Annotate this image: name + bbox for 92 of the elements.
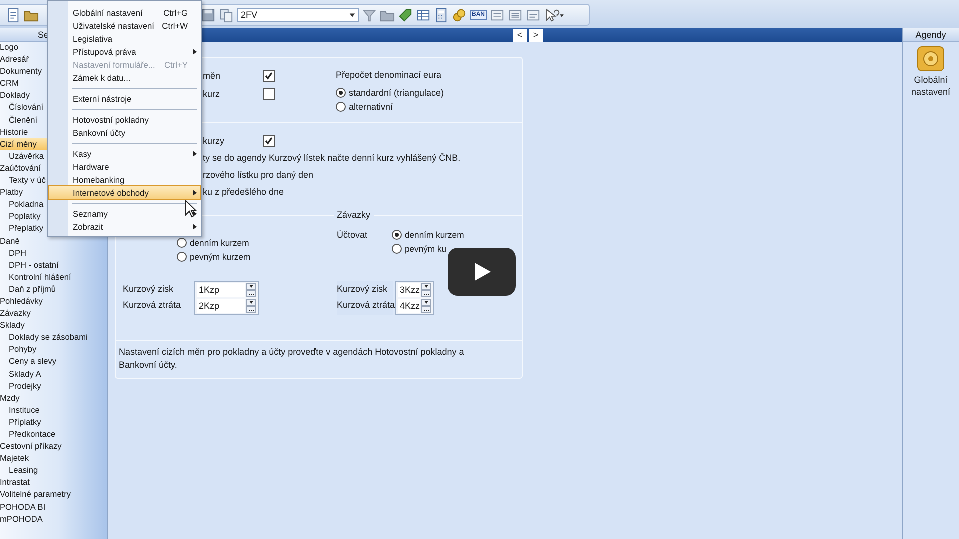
cursor-icon — [185, 200, 197, 218]
menu-item[interactable]: Uživatelské nastavení Ctrl+W — [49, 19, 200, 32]
agenda-combo[interactable]: 2FV — [237, 8, 359, 22]
checkbox[interactable] — [263, 88, 275, 100]
sidebar-item[interactable]: Sklady A — [0, 368, 107, 380]
sidebar-item[interactable]: Volitelné parametry — [0, 488, 107, 501]
sidebar-item[interactable]: Pohledávky — [0, 294, 107, 308]
sidebar-item[interactable]: mPOHODA — [0, 512, 107, 525]
caret-icon[interactable] — [349, 12, 356, 18]
radio-option[interactable]: pevným kurzem — [177, 250, 251, 264]
field-label: Kurzová ztráta — [123, 299, 182, 312]
menu-item[interactable]: Internetové obchody — [49, 186, 200, 199]
copy-icon[interactable] — [219, 8, 234, 22]
option-label: kurz — [203, 89, 222, 99]
sidebar-item[interactable]: Ceny a slevy — [0, 355, 107, 368]
panel-title: Agendy — [916, 30, 946, 40]
dropdown-button[interactable] — [246, 283, 257, 290]
info-text: ty se do agendy Kurzový lístek načte denní kurz vyhlášený ČNB. — [203, 153, 461, 163]
coins-icon[interactable] — [452, 8, 467, 22]
nav-button[interactable]: > — [529, 28, 543, 42]
dropdown-button[interactable] — [421, 299, 432, 306]
menu-item[interactable]: Zámek k datu... — [49, 71, 200, 84]
sidebar-item[interactable]: Majetek — [0, 452, 107, 464]
option-label: měn — [203, 71, 222, 81]
browse-button[interactable] — [421, 306, 432, 313]
radio-option[interactable]: denním kurzem — [392, 228, 464, 242]
browse-button[interactable] — [421, 290, 432, 297]
sidebar-item[interactable]: DPH - ostatní — [0, 258, 107, 271]
sidebar-item[interactable]: Doklady se zásobami — [0, 331, 107, 344]
sidebar-item[interactable]: Daň z příjmů — [0, 282, 107, 295]
calculator-icon[interactable] — [434, 8, 449, 22]
dropdown-button[interactable] — [421, 283, 432, 290]
info-text: rzového lístku pro daný den — [203, 170, 314, 180]
group-heading: Závazky — [336, 210, 372, 220]
info-text: ku z předešlého dne — [203, 187, 284, 197]
group-heading: Přepočet denominací eura — [336, 69, 443, 82]
help-icon[interactable] — [544, 8, 565, 22]
dropdown-button[interactable] — [246, 299, 257, 306]
field-label: Kurzový zisk — [123, 283, 175, 296]
field-label: Kurzový zisk — [337, 283, 389, 296]
agenda-label[interactable]: Globální nastavení — [906, 74, 956, 98]
menu-item[interactable]: Hardware — [49, 160, 200, 173]
sidebar-item[interactable]: Leasing — [0, 464, 107, 476]
radio-option[interactable]: denním kurzem — [177, 236, 250, 250]
filter-icon[interactable] — [362, 8, 377, 22]
menu-item[interactable]: Kasy — [49, 147, 200, 160]
list-icon[interactable] — [490, 8, 505, 22]
play-button[interactable] — [448, 248, 516, 296]
field-label: Kurzová ztráta — [337, 299, 396, 312]
option-label: Účtovat — [337, 229, 369, 242]
radio-option[interactable]: pevným ku — [392, 242, 447, 256]
input-field[interactable]: 2Kzp — [197, 299, 245, 313]
sidebar-item[interactable]: Sklady — [0, 319, 107, 332]
sidebar-item[interactable]: Předkontace — [0, 428, 107, 440]
document-icon[interactable] — [6, 8, 21, 22]
menu-item[interactable]: Hotovostní pokladny — [49, 113, 200, 126]
browse-button[interactable] — [246, 290, 257, 297]
save-icon[interactable] — [201, 8, 216, 22]
option-label: kurzy — [203, 136, 226, 146]
table-icon[interactable] — [416, 8, 431, 22]
sidebar-item[interactable]: Cestovní příkazy — [0, 440, 107, 452]
sidebar-item[interactable]: Pohyby — [0, 343, 107, 356]
radio-option[interactable]: standardní (triangulace) — [336, 86, 444, 100]
sidebar-item[interactable]: Intrastat — [0, 476, 107, 488]
menu-item[interactable]: Externí nástroje — [49, 92, 200, 105]
sidebar-item[interactable]: DPH — [0, 246, 107, 259]
input-field[interactable]: 4Kzz — [398, 299, 420, 313]
menu-item[interactable]: Legislativa — [49, 32, 200, 45]
checkbox[interactable] — [263, 135, 275, 147]
list-icon[interactable] — [508, 8, 523, 22]
nav-button[interactable]: < — [513, 28, 527, 42]
sidebar-item[interactable]: Daně — [0, 234, 107, 247]
input-field[interactable]: 3Kzz — [398, 283, 420, 297]
radio-option[interactable]: alternativní — [336, 100, 444, 114]
menu-item[interactable]: Homebanking — [49, 173, 200, 186]
sidebar-item[interactable]: Příplatky — [0, 416, 107, 428]
menu-item[interactable]: Bankovní účty — [49, 126, 200, 139]
sidebar-item[interactable]: Mzdy — [0, 392, 107, 404]
menu-item[interactable]: Globální nastavení Ctrl+G — [49, 6, 200, 19]
list-icon[interactable] — [526, 8, 541, 22]
note-text: Nastavení cizích měn pro pokladny a účty proveďte v agendách Hotovostní pokladny a Bankovní účty. — [119, 346, 466, 372]
sidebar-item[interactable]: Instituce — [0, 404, 107, 416]
sidebar-item[interactable]: Prodejky — [0, 380, 107, 392]
sidebar-item[interactable]: Kontrolní hlášení — [0, 270, 107, 283]
checkbox[interactable] — [263, 70, 275, 82]
input-field[interactable]: 1Kzp — [197, 283, 245, 297]
menu-item[interactable]: Zobrazit — [49, 220, 200, 233]
browse-button[interactable] — [246, 306, 257, 313]
tag-icon[interactable] — [398, 8, 413, 22]
sidebar-item[interactable]: POHODA BI — [0, 500, 107, 513]
sidebar-item[interactable]: Závazky — [0, 307, 107, 320]
menu-item[interactable]: Přístupová práva — [49, 45, 200, 58]
